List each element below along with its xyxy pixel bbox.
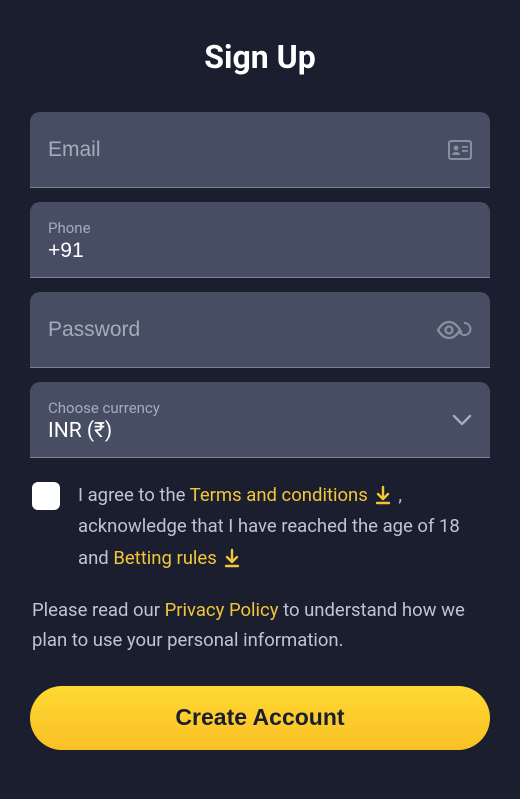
signup-form: Phone Choose currency INR (₹) — [30, 112, 490, 458]
create-account-button[interactable]: Create Account — [30, 686, 490, 750]
password-field-container — [30, 292, 490, 368]
download-icon[interactable] — [374, 485, 392, 505]
consent-prefix: I agree to the — [78, 484, 190, 506]
consent-text: I agree to the Terms and conditions , ac… — [78, 480, 488, 574]
email-input[interactable] — [48, 138, 472, 162]
privacy-text: Please read our Privacy Policy to unders… — [30, 596, 490, 655]
phone-input[interactable] — [48, 239, 472, 263]
eye-generate-icon[interactable] — [436, 319, 472, 341]
page-title: Sign Up — [30, 38, 490, 76]
download-icon[interactable] — [223, 548, 241, 568]
phone-field-container: Phone — [30, 202, 490, 278]
privacy-prefix: Please read our — [32, 599, 165, 621]
consent-checkbox[interactable] — [32, 482, 60, 510]
password-input[interactable] — [48, 318, 472, 342]
currency-field-container[interactable]: Choose currency INR (₹) — [30, 382, 490, 458]
id-card-icon — [448, 140, 472, 160]
privacy-policy-link[interactable]: Privacy Policy — [165, 599, 279, 621]
phone-label: Phone — [48, 219, 472, 237]
terms-link[interactable]: Terms and conditions — [190, 484, 368, 506]
email-field-container — [30, 112, 490, 188]
chevron-down-icon — [452, 414, 472, 426]
currency-label: Choose currency — [48, 399, 472, 417]
betting-rules-link[interactable]: Betting rules — [113, 547, 216, 569]
currency-value: INR (₹) — [48, 419, 472, 443]
consent-row: I agree to the Terms and conditions , ac… — [30, 480, 490, 574]
